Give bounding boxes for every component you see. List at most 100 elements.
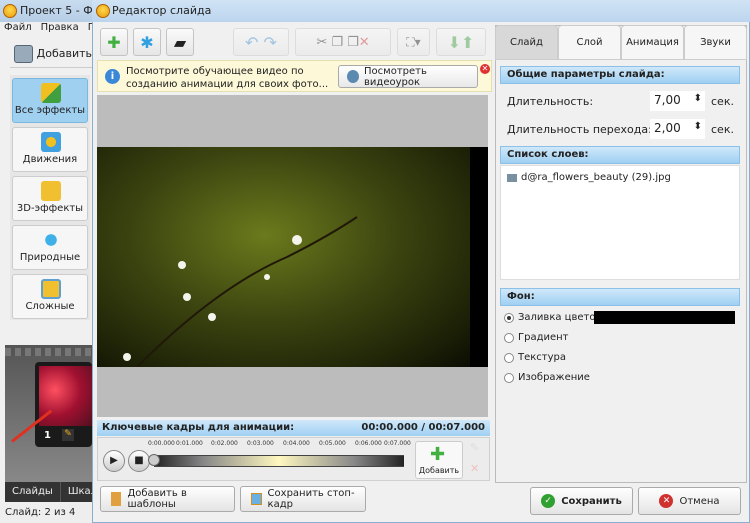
close-banner-icon[interactable]: ✕ [480, 64, 490, 74]
effect-label: Природные [19, 252, 81, 263]
effect-category-3d[interactable]: 3D-эффекты [12, 176, 88, 221]
menu-edit[interactable]: Правка [41, 22, 79, 33]
menu-bar: ФайлПравкаПр [0, 22, 92, 36]
camera-icon [14, 44, 33, 63]
effect-category-all[interactable]: Все эффекты [12, 78, 88, 123]
check-icon: ✓ [541, 494, 556, 508]
film-holes [5, 348, 92, 356]
play-button[interactable]: ▶ [103, 450, 125, 472]
cube-icon [41, 181, 61, 201]
save-button[interactable]: ✓ Сохранить [530, 487, 633, 515]
effect-category-motion[interactable]: Движения [12, 127, 88, 172]
bg-gradient-radio[interactable]: Градиент [504, 332, 569, 343]
bottom-tabs: Слайды Шкала [5, 482, 112, 502]
tick-label: 0:05.000 [319, 440, 346, 447]
layer-order-buttons[interactable]: ⬇⬆ [436, 28, 486, 56]
edit-keyframe-icon[interactable]: ✎ [470, 441, 479, 454]
playhead-handle[interactable] [148, 454, 160, 466]
status-bar: Слайд: 2 из 4 [0, 503, 92, 523]
effect-category-nature[interactable]: Природные [12, 225, 88, 270]
radio-label: Текстура [518, 352, 567, 363]
save-frame-button[interactable]: Сохранить стоп-кадр [240, 486, 366, 512]
effect-category-complex[interactable]: Сложные [12, 274, 88, 319]
keyframes-header: Ключевые кадры для анимации: 00:00.000 / … [97, 420, 490, 436]
tab-slide[interactable]: Слайд [495, 25, 558, 60]
tick-label: 0:06.000 [355, 440, 382, 447]
tick-label: 0:04.000 [283, 440, 310, 447]
keyframes-time: 00:00.000 / 00:07.000 [361, 422, 485, 433]
duration-label: Длительность: [507, 95, 594, 108]
stop-button[interactable]: ■ [128, 450, 150, 472]
add-video-button[interactable]: ▰ [166, 28, 194, 56]
picture-icon [251, 493, 262, 505]
cancel-icon: ✕ [659, 494, 674, 508]
info-text: Посмотрите обучающее видео по созданию а… [126, 66, 329, 90]
slide-thumbnail-image [39, 366, 92, 426]
add-photo-button[interactable]: Добавить [10, 40, 92, 68]
bg-texture-radio[interactable]: Текстура [504, 352, 566, 363]
general-params-header: Общие параметры слайда: [500, 66, 740, 84]
add-effect-button[interactable]: ✱ [133, 28, 161, 56]
cancel-label: Отмена [679, 495, 720, 507]
add-keyframe-button[interactable]: ✚ Добавить [415, 441, 463, 479]
edit-slide-icon[interactable]: ✎ [62, 429, 74, 441]
puzzle-icon [41, 83, 61, 103]
motion-icon [41, 132, 61, 152]
duration-unit: сек. [711, 95, 734, 108]
effect-label: Все эффекты [14, 105, 86, 116]
image-icon [507, 173, 517, 182]
layers-list: d@ra_flowers_beauty (29).jpg [500, 165, 740, 280]
layer-item[interactable]: d@ra_flowers_beauty (29).jpg [501, 166, 739, 189]
watch-tutorial-button[interactable]: Посмотреть видеоурок [338, 65, 478, 88]
add-label: Добавить [36, 47, 92, 60]
tab-animation[interactable]: Анимация [621, 25, 684, 60]
info-icon: i [105, 69, 120, 84]
effects-sidebar: Все эффекты Движения 3D-эффекты Природны… [10, 75, 90, 320]
clipboard-group[interactable]: ✂ ❐ ❐ ✕ [295, 28, 391, 56]
add-keyframe-label: Добавить [418, 466, 460, 475]
radio-label: Заливка цветом [518, 312, 604, 323]
layers-header: Список слоев: [500, 146, 740, 164]
keyframes-timeline: ▶ ■ 0:00.000 0:01.000 0:02.000 0:03.000 … [97, 437, 490, 481]
background-header: Фон: [500, 288, 740, 306]
effect-label: 3D-эффекты [16, 203, 84, 214]
duration-spinner[interactable]: 7,00 [650, 91, 705, 111]
tab-layer[interactable]: Слой [558, 25, 621, 60]
menu-file[interactable]: Файл [4, 22, 32, 33]
app-icon [3, 4, 17, 18]
complex-icon [41, 279, 61, 299]
add-layer-button[interactable]: ✚ [100, 28, 128, 56]
fit-dropdown-button[interactable]: ⛶▾ [397, 28, 430, 56]
transition-spinner[interactable]: 2,00 [650, 119, 705, 139]
effect-label: Сложные [25, 301, 75, 312]
bg-image-radio[interactable]: Изображение [504, 372, 590, 383]
dialog-title: Редактор слайда [92, 0, 750, 22]
tab-slides[interactable]: Слайды [5, 482, 61, 502]
watch-label: Посмотреть видеоурок [364, 65, 427, 88]
add-templates-label: Добавить в шаблоны [127, 488, 187, 510]
undo-redo-group[interactable]: ↶ ↷ [233, 28, 289, 56]
snowflake-icon [41, 230, 61, 250]
dialog-icon [96, 4, 110, 18]
timeline-track[interactable] [154, 455, 404, 467]
bg-fill-color-radio[interactable]: Заливка цветом [504, 312, 603, 323]
slide-preview-photo[interactable] [97, 147, 470, 368]
keyframes-title: Ключевые кадры для анимации: [102, 422, 295, 433]
add-to-templates-button[interactable]: Добавить в шаблоны [100, 486, 235, 512]
radio-label: Градиент [518, 332, 569, 343]
fill-color-swatch[interactable] [594, 311, 735, 324]
info-banner: i Посмотрите обучающее видео по созданию… [97, 60, 492, 92]
tick-label: 0:03.000 [247, 440, 274, 447]
slide-number: 1 [44, 430, 51, 441]
save-label: Сохранить [561, 495, 622, 507]
templates-icon [111, 492, 122, 506]
properties-tabs: Слайд Слой Анимация Звуки [495, 25, 747, 60]
tick-label: 0:02.000 [211, 440, 238, 447]
layer-name: d@ra_flowers_beauty (29).jpg [521, 172, 671, 183]
cancel-button[interactable]: ✕ Отмена [638, 487, 741, 515]
tick-label: 0:01.000 [176, 440, 203, 447]
radio-label: Изображение [518, 372, 590, 383]
tab-sounds[interactable]: Звуки [684, 25, 747, 60]
delete-keyframe-icon[interactable]: ✕ [470, 462, 479, 475]
branch-illustration [123, 216, 358, 368]
